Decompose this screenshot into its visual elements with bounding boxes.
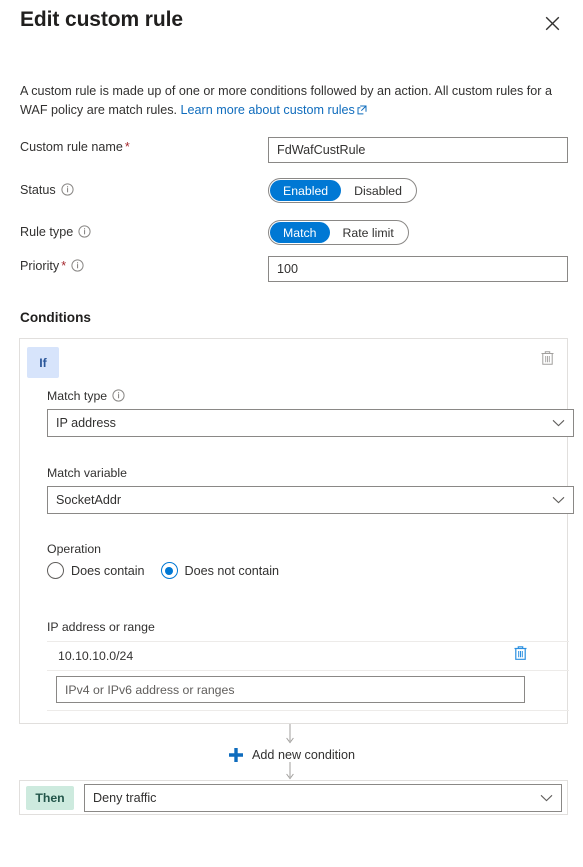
required-marker: *	[61, 259, 67, 273]
field-row-status: Status Enabled Disabled	[20, 178, 568, 206]
match-type-value: IP address	[56, 416, 116, 430]
radio-label: Does not contain	[184, 563, 280, 578]
action-card: Then Deny traffic	[19, 780, 568, 815]
radio-label: Does contain	[71, 563, 145, 578]
intro-text: A custom rule is made up of one or more …	[20, 82, 568, 121]
field-row-custom-rule-name: Custom rule name *	[20, 137, 568, 163]
arrow-down-icon	[286, 762, 294, 780]
learn-more-link[interactable]: Learn more about custom rules	[181, 103, 355, 117]
delete-ip-entry-button[interactable]	[513, 645, 528, 666]
condition-card: If Match type IP address Match variable …	[19, 338, 574, 724]
required-marker: *	[124, 140, 130, 154]
delete-condition-button[interactable]	[540, 350, 555, 371]
priority-label: Priority *	[20, 259, 84, 273]
close-icon	[545, 16, 559, 30]
action-value: Deny traffic	[93, 791, 157, 805]
edit-custom-rule-dialog: Edit custom rule A custom rule is made u…	[0, 0, 583, 867]
rule-type-option-rate-limit[interactable]: Rate limit	[330, 222, 407, 243]
status-option-disabled[interactable]: Disabled	[341, 180, 415, 201]
action-dropdown[interactable]: Deny traffic	[84, 784, 562, 812]
ip-list-separator	[47, 670, 569, 671]
status-label: Status	[20, 183, 74, 197]
info-icon[interactable]	[112, 389, 125, 402]
chevron-down-icon	[540, 794, 553, 802]
add-new-condition-label: Add new condition	[252, 748, 355, 762]
info-icon[interactable]	[78, 225, 91, 238]
new-ip-entry-input[interactable]	[56, 676, 525, 703]
flow-arrow-bottom	[283, 762, 297, 782]
match-variable-label: Match variable	[47, 466, 127, 480]
radio-does-not-contain[interactable]: Does not contain	[160, 562, 280, 579]
status-toggle[interactable]: Enabled Disabled	[268, 178, 417, 203]
rule-type-option-match[interactable]: Match	[270, 222, 330, 243]
ip-list-separator	[47, 710, 569, 711]
chevron-down-icon	[552, 496, 565, 504]
match-type-label: Match type	[47, 389, 125, 403]
ip-entry-value: 10.10.10.0/24	[58, 649, 134, 663]
rule-type-toggle[interactable]: Match Rate limit	[268, 220, 409, 245]
custom-rule-name-label: Custom rule name *	[20, 140, 130, 154]
operation-radio-group: Does contain Does not contain	[47, 562, 295, 579]
close-button[interactable]	[539, 10, 565, 36]
info-icon[interactable]	[61, 183, 74, 196]
radio-does-contain[interactable]: Does contain	[47, 562, 145, 579]
chevron-down-icon	[552, 419, 565, 427]
arrow-down-icon	[286, 724, 294, 744]
rule-type-label: Rule type	[20, 225, 91, 239]
status-option-enabled[interactable]: Enabled	[270, 180, 342, 201]
operation-label: Operation	[47, 542, 102, 556]
radio-circle-selected-icon	[160, 562, 178, 579]
page-title: Edit custom rule	[20, 8, 183, 31]
trash-icon	[514, 646, 527, 660]
conditions-heading: Conditions	[20, 310, 91, 325]
match-type-dropdown[interactable]: IP address	[47, 409, 574, 437]
if-badge: If	[27, 347, 59, 378]
ip-list-separator	[47, 641, 569, 642]
plus-icon	[229, 748, 244, 762]
custom-rule-name-input[interactable]	[268, 137, 568, 163]
priority-input[interactable]	[268, 256, 568, 282]
flow-arrow-top	[283, 724, 297, 746]
info-icon[interactable]	[71, 259, 84, 272]
then-badge: Then	[26, 786, 74, 810]
match-variable-value: SocketAddr	[56, 493, 122, 507]
radio-circle-icon	[47, 562, 64, 579]
ip-address-label: IP address or range	[47, 620, 155, 634]
external-link-icon	[357, 102, 367, 121]
trash-icon	[541, 351, 554, 365]
field-row-priority: Priority *	[20, 256, 568, 282]
match-variable-dropdown[interactable]: SocketAddr	[47, 486, 574, 514]
field-row-rule-type: Rule type Match Rate limit	[20, 220, 568, 248]
